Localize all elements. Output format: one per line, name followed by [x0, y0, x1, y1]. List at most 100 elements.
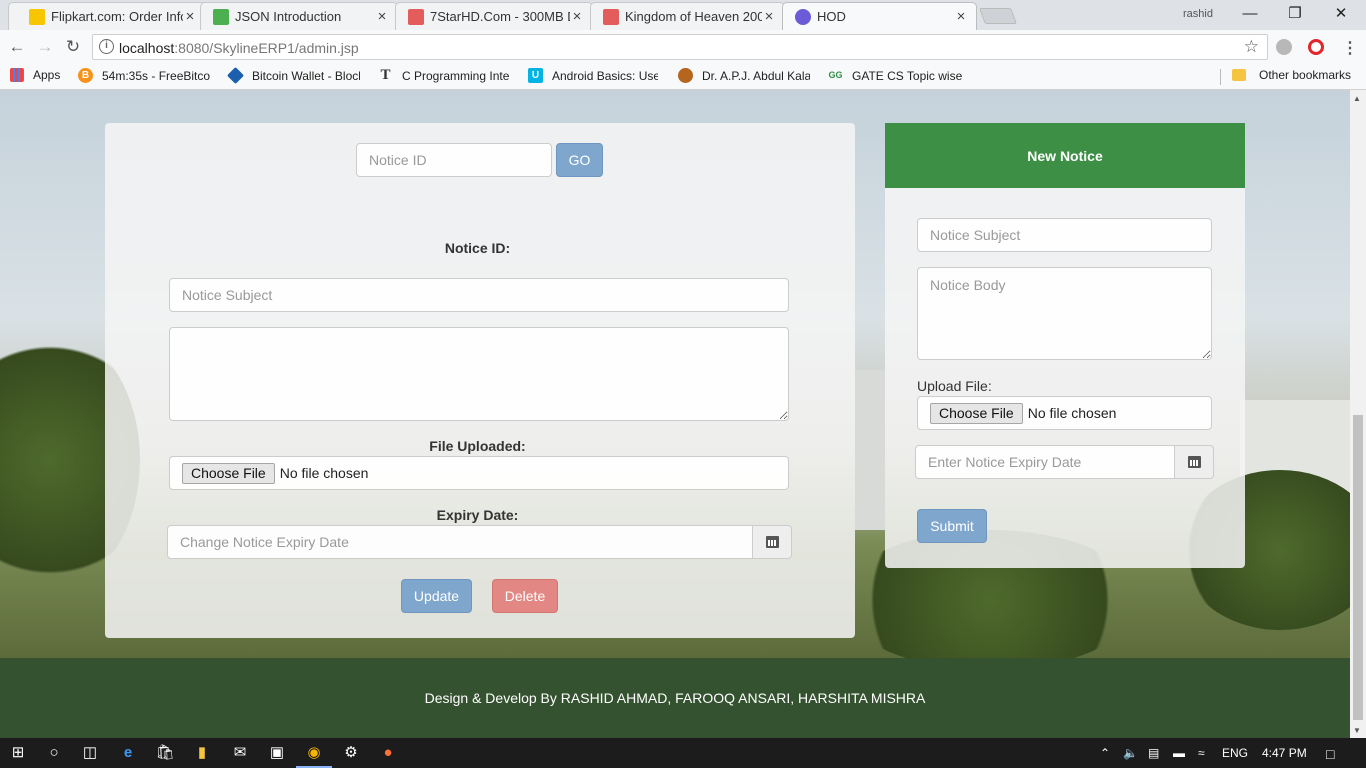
network-icon[interactable]: ▤: [1148, 746, 1159, 760]
tab-close-icon[interactable]: ×: [762, 8, 776, 25]
store-icon[interactable]: 🛍: [155, 743, 175, 763]
tab-close-icon[interactable]: ×: [954, 8, 968, 25]
url-text[interactable]: localhost:8080/SkylineERP1/admin.jsp: [119, 40, 359, 56]
chrome-icon[interactable]: ◉: [296, 743, 332, 768]
scroll-down-arrow-icon[interactable]: ▼: [1353, 726, 1361, 735]
close-window-button[interactable]: ✕: [1326, 3, 1356, 25]
minimize-button[interactable]: —: [1235, 3, 1265, 25]
show-hidden-icons-chevron-icon[interactable]: ⌃: [1100, 746, 1110, 760]
go-button[interactable]: GO: [556, 143, 603, 177]
new-notice-panel: New Notice Upload File: Choose File No f…: [885, 123, 1245, 568]
bookmark-item[interactable]: GG GATE CS Topic wise: [828, 68, 962, 83]
bookmark-item[interactable]: B 54m:35s - FreeBitco.: [78, 68, 210, 83]
address-bar[interactable]: i localhost:8080/SkylineERP1/admin.jsp ☆: [92, 34, 1268, 60]
bookmark-label: Apps: [33, 68, 61, 82]
restore-button[interactable]: ❐: [1280, 3, 1310, 25]
new-notice-subject-input[interactable]: [917, 218, 1212, 252]
tab-title: HOD: [817, 9, 846, 24]
no-file-chosen-text: No file chosen: [279, 465, 369, 481]
menu-kebab-icon[interactable]: ⋮: [1342, 38, 1358, 58]
notice-id-input[interactable]: [356, 143, 552, 177]
bookmark-item[interactable]: T C Programming Inte: [378, 68, 510, 83]
site-favicon-icon: [603, 8, 619, 25]
bookmark-star-icon[interactable]: ☆: [1244, 37, 1259, 57]
calendar-icon: [765, 536, 779, 548]
new-tab-button[interactable]: [979, 8, 1017, 24]
expiry-date-input[interactable]: [167, 525, 753, 559]
forward-arrow-icon[interactable]: →: [33, 35, 57, 59]
tab-close-icon[interactable]: ×: [570, 8, 584, 25]
clock-time[interactable]: 4:47 PM: [1262, 746, 1307, 760]
file-explorer-icon[interactable]: ▮: [192, 743, 212, 763]
file-upload-input[interactable]: Choose File No file chosen: [169, 456, 789, 490]
upload-file-label: Upload File:: [917, 378, 992, 394]
tab-title: Flipkart.com: Order Inforr: [51, 9, 183, 24]
page-viewport: GO Notice ID: File Uploaded: Choose File…: [0, 90, 1350, 738]
apps-grid-icon: [10, 68, 24, 82]
tab-close-icon[interactable]: ×: [375, 8, 389, 25]
new-notice-file-input[interactable]: Choose File No file chosen: [917, 396, 1212, 430]
profile-name[interactable]: rashid: [1183, 8, 1213, 20]
battery-icon[interactable]: ▬: [1173, 746, 1185, 760]
folder-icon: [1232, 69, 1246, 81]
bookmark-label: Bitcoin Wallet - Block: [252, 68, 360, 83]
browser-tab[interactable]: 7StarHD.Com - 300MB Du ×: [395, 2, 593, 30]
bookmark-item[interactable]: Bitcoin Wallet - Block: [227, 67, 360, 84]
footer-credits: Design & Develop By RASHID AHMAD, FAROOQ…: [424, 690, 926, 706]
windows-start-icon[interactable]: ⊞: [8, 743, 28, 763]
task-view-icon[interactable]: ◫: [80, 743, 100, 763]
udacity-icon: U: [528, 68, 543, 83]
browser-tab[interactable]: Kingdom of Heaven 2005 ×: [590, 2, 785, 30]
bookmark-item[interactable]: U Android Basics: User: [528, 68, 658, 83]
extension-icon[interactable]: [1276, 39, 1292, 55]
edit-notice-panel: GO Notice ID: File Uploaded: Choose File…: [105, 123, 855, 638]
firefox-icon[interactable]: ●: [378, 743, 398, 763]
browser-tab-strip: Flipkart.com: Order Inforr × JSON Introd…: [0, 0, 1366, 30]
bookmark-item[interactable]: Dr. A.P.J. Abdul Kalar: [678, 68, 810, 83]
scroll-up-arrow-icon[interactable]: ▲: [1353, 94, 1361, 103]
browser-tab[interactable]: JSON Introduction ×: [200, 2, 398, 30]
back-arrow-icon[interactable]: ←: [5, 35, 29, 59]
new-notice-expiry-input[interactable]: [915, 445, 1175, 479]
submit-button[interactable]: Submit: [917, 509, 987, 543]
notice-id-label: Notice ID:: [444, 240, 511, 256]
mail-icon[interactable]: ✉: [230, 743, 250, 763]
info-icon[interactable]: i: [99, 39, 114, 54]
action-center-icon[interactable]: □: [1326, 746, 1334, 762]
choose-file-button[interactable]: Choose File: [182, 462, 275, 484]
page-scrollbar[interactable]: ▲ ▼: [1350, 90, 1366, 738]
notice-body-textarea[interactable]: [169, 327, 789, 421]
text-t-icon: T: [380, 67, 391, 83]
language-indicator[interactable]: ENG: [1222, 746, 1248, 760]
w3schools-favicon-icon: [213, 8, 229, 25]
bookmark-apps[interactable]: Apps: [10, 68, 60, 82]
new-notice-body-textarea[interactable]: [917, 267, 1212, 360]
cortana-search-icon[interactable]: ○: [44, 743, 64, 763]
edge-browser-icon[interactable]: e: [118, 743, 138, 763]
wifi-icon[interactable]: ≈: [1198, 746, 1205, 760]
opera-extension-icon[interactable]: [1308, 39, 1324, 55]
tab-title: 7StarHD.Com - 300MB Du: [430, 9, 570, 24]
seal-icon: [678, 68, 693, 83]
browser-toolbar: ← → ↻ i localhost:8080/SkylineERP1/admin…: [0, 30, 1366, 63]
browser-tab[interactable]: Flipkart.com: Order Inforr ×: [8, 2, 206, 30]
calendar-icon: [1187, 456, 1201, 468]
reload-icon[interactable]: ↻: [61, 35, 85, 59]
scroll-thumb[interactable]: [1353, 415, 1363, 720]
volume-icon[interactable]: 🔈: [1123, 746, 1138, 760]
browser-tab-active[interactable]: HOD ×: [782, 2, 977, 30]
app-window-icon[interactable]: ▣: [267, 743, 287, 763]
delete-button[interactable]: Delete: [492, 579, 558, 613]
tab-title: JSON Introduction: [235, 9, 342, 24]
choose-file-button[interactable]: Choose File: [930, 402, 1023, 424]
calendar-button[interactable]: [752, 525, 792, 559]
tab-title: Kingdom of Heaven 2005: [625, 9, 762, 24]
panel-heading: New Notice: [885, 123, 1245, 188]
update-button[interactable]: Update: [401, 579, 472, 613]
expiry-date-label: Expiry Date:: [436, 507, 519, 523]
calendar-button[interactable]: [1174, 445, 1214, 479]
tab-close-icon[interactable]: ×: [183, 8, 197, 25]
notice-subject-input[interactable]: [169, 278, 789, 312]
settings-gear-icon[interactable]: ⚙: [341, 743, 361, 763]
other-bookmarks[interactable]: Other bookmarks: [1232, 68, 1351, 82]
